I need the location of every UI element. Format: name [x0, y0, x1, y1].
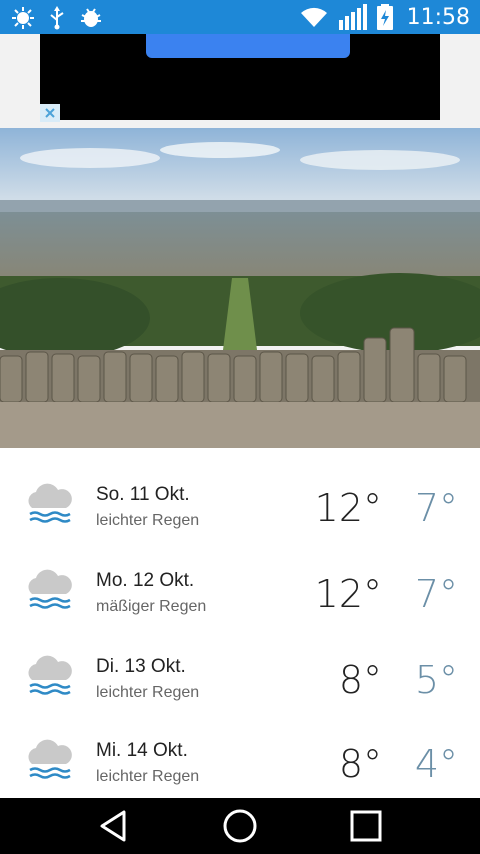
forecast-low: 7°	[414, 486, 458, 530]
ad-banner[interactable]	[40, 34, 440, 120]
usb-icon	[50, 6, 64, 30]
rain-cloud-icon	[28, 483, 72, 523]
forecast-condition: mäßiger Regen	[96, 598, 207, 615]
forecast-condition: leichter Regen	[96, 768, 200, 785]
home-circle-icon[interactable]	[220, 806, 260, 846]
forecast-high: 12°	[314, 486, 382, 530]
forecast-low: 5°	[414, 658, 458, 702]
forecast-high: 8°	[338, 658, 382, 702]
forecast-row[interactable]: So. 11 Okt. leichter Regen 12° 7°	[0, 456, 480, 542]
status-time: 11:58	[406, 4, 470, 30]
forecast-date: Mi. 14 Okt.	[96, 740, 188, 761]
android-debug-icon	[81, 8, 101, 27]
forecast-high: 12°	[314, 572, 382, 616]
status-bar: 11:58	[0, 0, 480, 34]
recents-square-icon[interactable]	[346, 806, 386, 846]
forecast-low: 4°	[414, 742, 458, 786]
location-photo	[0, 128, 480, 448]
forecast-low: 7°	[414, 572, 458, 616]
rain-cloud-icon	[28, 655, 72, 695]
forecast-high: 8°	[338, 742, 382, 786]
back-triangle-icon[interactable]	[94, 806, 134, 846]
brightness-icon	[12, 7, 34, 29]
forecast-condition: leichter Regen	[96, 684, 200, 701]
battery-charging-icon	[376, 4, 393, 30]
forecast-row[interactable]: Mi. 14 Okt. leichter Regen 8° 4°	[0, 712, 480, 798]
rain-cloud-icon	[28, 569, 72, 609]
forecast-date: So. 11 Okt.	[96, 484, 190, 505]
wifi-icon	[300, 7, 327, 27]
ad-cta-button[interactable]	[146, 34, 350, 58]
signal-icon	[338, 4, 367, 30]
ad-banner-container	[0, 34, 480, 128]
forecast-list: So. 11 Okt. leichter Regen 12° 7° Mo. 12…	[0, 448, 480, 798]
rain-cloud-icon	[28, 739, 72, 779]
ad-close-button[interactable]	[40, 104, 60, 122]
forecast-row[interactable]: Di. 13 Okt. leichter Regen 8° 5°	[0, 628, 480, 714]
navigation-bar	[0, 798, 480, 854]
close-icon	[45, 108, 55, 118]
forecast-condition: leichter Regen	[96, 512, 200, 529]
forecast-date: Mo. 12 Okt.	[96, 570, 195, 591]
forecast-date: Di. 13 Okt.	[96, 656, 186, 677]
forecast-row[interactable]: Mo. 12 Okt. mäßiger Regen 12° 7°	[0, 542, 480, 628]
